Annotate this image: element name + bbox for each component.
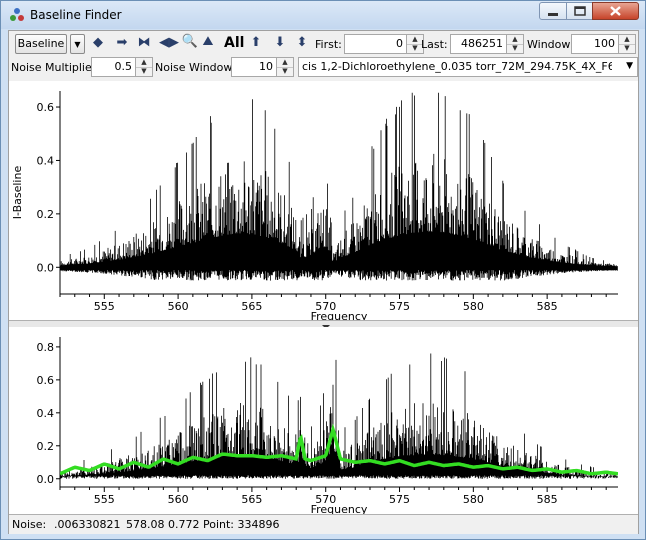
minimize-button[interactable] xyxy=(539,2,567,20)
first-label: First: xyxy=(315,38,342,51)
window-down-icon[interactable]: ▼ xyxy=(619,44,635,53)
title-bar[interactable]: Baseline Finder xyxy=(1,1,645,29)
arrow-left-icon[interactable]: ◆ xyxy=(89,35,107,51)
chevron-down-icon: ▼ xyxy=(74,40,81,49)
x-tick-label: 580 xyxy=(463,300,484,313)
y-tick-label: 0.6 xyxy=(37,101,55,114)
auto-scale-icon[interactable]: ⛰ xyxy=(199,34,217,50)
x-tick-label: 585 xyxy=(537,300,558,313)
last-down-icon[interactable]: ▼ xyxy=(507,44,523,53)
first-value: 0 xyxy=(396,37,403,50)
mode-button[interactable]: Baseline xyxy=(15,34,67,54)
status-bar: Noise: .006330821 578.08 0.772 Point: 33… xyxy=(9,514,638,534)
expand-vertical-icon[interactable]: ⬍ xyxy=(293,35,311,51)
arrow-right-icon[interactable]: ➡ xyxy=(113,35,131,51)
x-tick-label: 575 xyxy=(389,493,410,506)
window-title: Baseline Finder xyxy=(30,8,122,22)
y-tick-label: 0.8 xyxy=(37,341,55,354)
noise-window-label: Noise Window: xyxy=(155,61,236,74)
collapse-horizontal-icon[interactable]: ⧓ xyxy=(135,35,153,51)
top-spectrum-chart[interactable]: 555 560 565 570 575 580 5850.00.20.40.6Frequen… xyxy=(9,81,638,323)
noise-status-value: .006330821 xyxy=(54,518,121,531)
x-tick-label: 560 xyxy=(168,300,189,313)
y-tick-label: 0.0 xyxy=(37,261,55,274)
x-axis-label: Frequency xyxy=(311,310,368,320)
x-tick-label: 585 xyxy=(537,493,558,506)
x-tick-label: 560 xyxy=(168,493,189,506)
noise-multiplier-label: Noise Multiplier: xyxy=(11,61,100,74)
window-spinbox[interactable]: 100 ▲ ▼ xyxy=(571,34,636,54)
x-tick-label: 555 xyxy=(94,493,115,506)
spectrum-series xyxy=(60,92,618,281)
zoom-icon[interactable]: 🔍 xyxy=(181,34,199,50)
file-select[interactable]: cis 1,2-Dichloroethylene_0.035 torr_72M_… xyxy=(298,57,638,77)
app-window: Baseline Finder Baseline ▼ ◆ ➡ ⧓ ◀▶ 🔍 ⛰ … xyxy=(0,0,646,540)
cursor-readout: 578.08 0.772 Point: 334896 xyxy=(126,518,280,531)
y-tick-label: 0.2 xyxy=(37,208,55,221)
y-tick-label: 0.2 xyxy=(37,440,55,453)
arrow-down-icon[interactable]: ⬇ xyxy=(271,35,289,51)
plot-area[interactable] xyxy=(60,92,618,281)
window-label: Window: xyxy=(527,38,574,51)
noise-multiplier-spinbox[interactable]: 0.5 ▲ ▼ xyxy=(91,57,153,77)
app-icon xyxy=(10,8,24,21)
noise-window-spinbox[interactable]: 10 ▲ ▼ xyxy=(231,57,294,77)
y-tick-label: 0.4 xyxy=(37,154,55,167)
file-select-value: cis 1,2-Dichloroethylene_0.035 torr_72M_… xyxy=(302,60,612,73)
noise-status-label: Noise: xyxy=(12,518,47,531)
x-axis-label: Frequency xyxy=(311,503,368,514)
maximize-icon xyxy=(574,6,586,16)
window-value: 100 xyxy=(594,37,615,50)
minimize-icon xyxy=(548,13,558,16)
show-all-button[interactable]: All xyxy=(224,36,244,50)
y-tick-label: 0.0 xyxy=(37,473,55,486)
x-tick-label: 580 xyxy=(463,493,484,506)
close-icon xyxy=(610,6,621,16)
first-spinbox[interactable]: 0 ▲ ▼ xyxy=(344,34,424,54)
x-tick-label: 565 xyxy=(241,493,262,506)
noise-window-down-icon[interactable]: ▼ xyxy=(277,67,293,76)
last-value: 486251 xyxy=(461,37,503,50)
main-content: Baseline ▼ ◆ ➡ ⧓ ◀▶ 🔍 ⛰ All ⬆ ⬇ ⬍ First:… xyxy=(8,30,639,534)
expand-horizontal-icon[interactable]: ◀▶ xyxy=(159,35,179,51)
close-button[interactable] xyxy=(592,2,639,20)
spectrum-series xyxy=(60,353,618,479)
mode-dropdown-button[interactable]: ▼ xyxy=(70,34,85,54)
noise-multiplier-value: 0.5 xyxy=(114,60,133,73)
bottom-spectrum-chart[interactable]: 555 560 565 570 575 580 5850.00.20.40.60.8Freq… xyxy=(9,327,638,516)
noise-multiplier-down-icon[interactable]: ▼ xyxy=(136,67,152,76)
chevron-down-icon: ▼ xyxy=(626,61,633,71)
x-tick-label: 555 xyxy=(94,300,115,313)
maximize-button[interactable] xyxy=(566,2,593,20)
x-tick-label: 565 xyxy=(241,300,262,313)
last-label: Last: xyxy=(421,38,448,51)
bottom-plot-pane[interactable]: 555 560 565 570 575 580 585 0.0 0.2 0.4 0.6 0.8 Freq… xyxy=(9,327,638,516)
y-axis-label: I-Baseline xyxy=(11,166,24,220)
y-tick-label: 0.4 xyxy=(37,407,55,420)
y-tick-label: 0.6 xyxy=(37,374,55,387)
last-spinbox[interactable]: 486251 ▲ ▼ xyxy=(450,34,524,54)
plot-area[interactable] xyxy=(60,353,618,479)
noise-window-value: 10 xyxy=(259,60,273,73)
arrow-up-icon[interactable]: ⬆ xyxy=(247,35,265,51)
top-plot-pane[interactable]: 555 560 565 570 575 580 585 0.0 0.2 0.4 0.6 Frequen… xyxy=(9,81,638,323)
x-tick-label: 575 xyxy=(389,300,410,313)
